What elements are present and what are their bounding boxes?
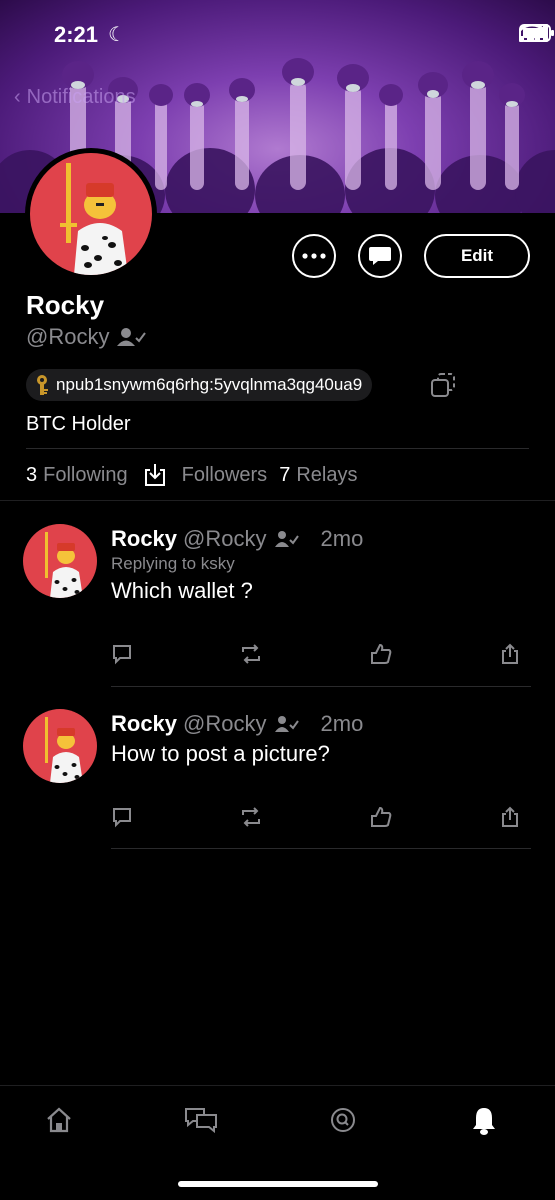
tab-notifications[interactable] bbox=[470, 1106, 498, 1141]
battery-icon bbox=[519, 24, 554, 42]
post-text: How to post a picture? bbox=[111, 741, 330, 766]
profile-actions: Edit bbox=[292, 234, 530, 278]
post-avatar[interactable] bbox=[23, 709, 97, 783]
tab-search[interactable] bbox=[329, 1106, 357, 1139]
profile-name: Rocky bbox=[26, 290, 105, 320]
copy-icon bbox=[431, 373, 455, 397]
relays-label: Relays bbox=[296, 463, 358, 486]
key-icon bbox=[37, 375, 48, 395]
following-label: Following bbox=[43, 463, 128, 486]
post-header: Rocky @Rocky 2mo bbox=[111, 526, 363, 552]
post-divider bbox=[111, 686, 531, 687]
post-header: Rocky @Rocky 2mo bbox=[111, 711, 363, 737]
tab-home[interactable] bbox=[45, 1106, 73, 1139]
post-time: 2mo bbox=[320, 526, 364, 551]
avatar-art bbox=[60, 163, 128, 275]
divider bbox=[26, 448, 529, 449]
chevron-left-icon: ‹ bbox=[14, 86, 21, 108]
message-bubble-icon bbox=[369, 247, 391, 265]
followers-stat[interactable]: Followers bbox=[182, 464, 268, 487]
profile-handle: @Rocky bbox=[26, 324, 110, 349]
npub-text: npub1snywm6q6rhg:5yvqlnma3qg40ua9 bbox=[56, 375, 363, 394]
home-indicator[interactable] bbox=[178, 1181, 378, 1187]
more-options-button[interactable] bbox=[292, 234, 336, 278]
following-stat[interactable]: 3 Following bbox=[26, 464, 128, 487]
replying-to[interactable]: Replying to ksky bbox=[111, 554, 235, 574]
post-actions bbox=[111, 643, 521, 665]
messages-icon bbox=[185, 1108, 217, 1134]
notifications-icon bbox=[473, 1108, 495, 1135]
home-icon bbox=[47, 1107, 71, 1133]
status-time: 2:21 bbox=[54, 22, 99, 47]
copy-npub-button[interactable] bbox=[430, 372, 456, 403]
post-divider bbox=[111, 848, 531, 849]
reply-icon[interactable] bbox=[111, 643, 133, 665]
search-icon bbox=[331, 1108, 355, 1132]
back-label: Notifications bbox=[26, 86, 136, 108]
post-author-name[interactable]: Rocky bbox=[111, 711, 177, 737]
profile-avatar[interactable] bbox=[25, 148, 157, 280]
post-avatar[interactable] bbox=[23, 524, 97, 598]
relays-stat[interactable]: 7 Relays bbox=[279, 464, 357, 487]
post-author-handle: @Rocky bbox=[183, 711, 267, 736]
verified-user-icon bbox=[117, 328, 147, 346]
profile-stats: 3 Following Followers 7 Relays bbox=[26, 462, 357, 488]
post-author-name[interactable]: Rocky bbox=[111, 526, 177, 552]
npub-pill[interactable]: npub1snywm6q6rhg:5yvqlnma3qg40ua9 bbox=[26, 369, 373, 401]
verified-user-icon bbox=[274, 716, 299, 732]
divider bbox=[0, 500, 555, 501]
share-icon[interactable] bbox=[499, 806, 521, 828]
post-time: 2mo bbox=[320, 711, 364, 736]
reply-icon[interactable] bbox=[111, 806, 133, 828]
like-icon[interactable] bbox=[369, 806, 393, 828]
post-actions bbox=[111, 806, 521, 828]
post-text: Which wallet ? bbox=[111, 578, 253, 603]
profile-handle-row: @Rocky bbox=[26, 324, 147, 350]
repost-icon[interactable] bbox=[239, 806, 263, 828]
relays-count: 7 bbox=[279, 463, 291, 486]
post-author-handle: @Rocky bbox=[183, 526, 267, 551]
share-icon[interactable] bbox=[499, 643, 521, 665]
avatar-art bbox=[45, 532, 83, 598]
like-icon[interactable] bbox=[369, 643, 393, 665]
download-icon bbox=[144, 464, 165, 486]
tab-messages[interactable] bbox=[183, 1106, 219, 1139]
verified-user-icon bbox=[274, 531, 299, 547]
message-button[interactable] bbox=[358, 234, 402, 278]
focus-moon-icon: ☾ bbox=[108, 24, 126, 46]
following-count: 3 bbox=[26, 463, 38, 486]
ellipsis-icon bbox=[302, 253, 326, 259]
avatar-art bbox=[45, 717, 83, 783]
profile-bio: BTC Holder bbox=[26, 413, 131, 435]
edit-profile-button[interactable]: Edit bbox=[424, 234, 530, 278]
repost-icon[interactable] bbox=[239, 643, 263, 665]
back-button[interactable]: ‹ Notifications bbox=[14, 86, 136, 109]
